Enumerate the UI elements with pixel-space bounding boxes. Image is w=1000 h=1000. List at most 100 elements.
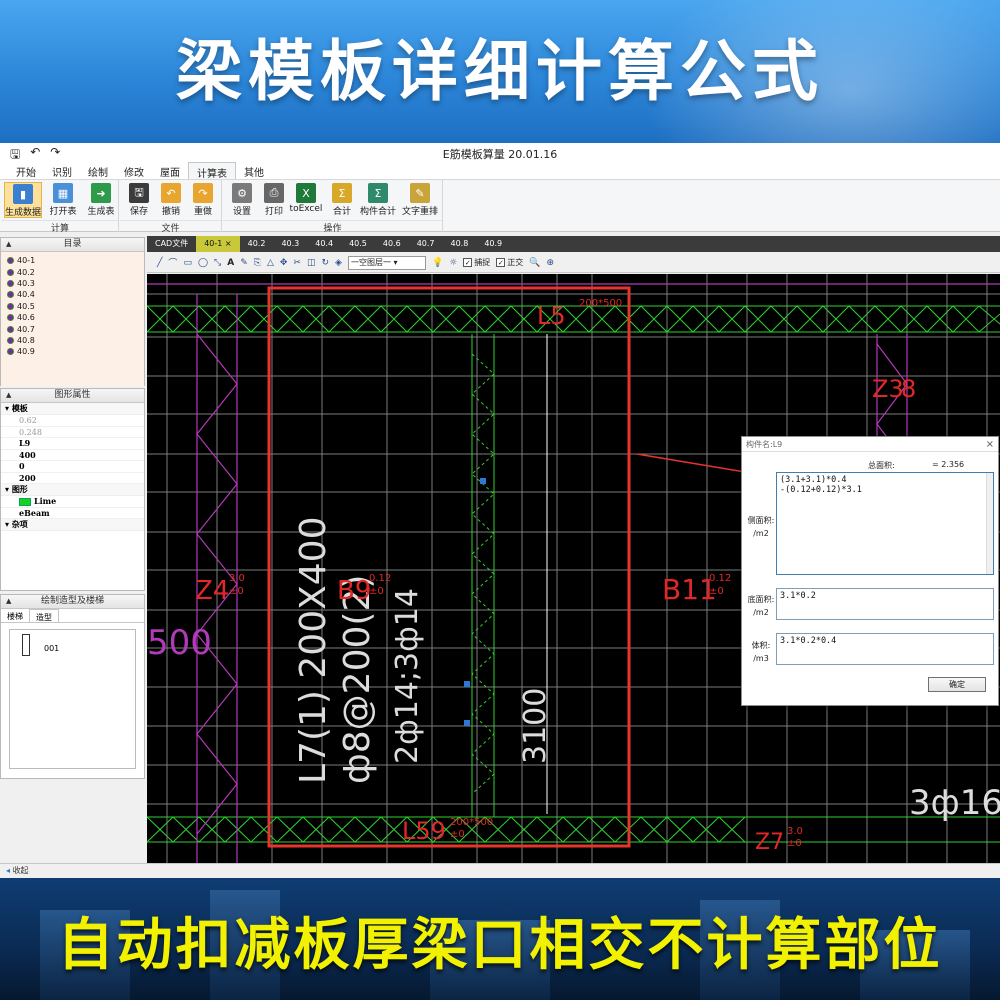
volume-formula[interactable]: 3.1*0.2*0.4 [776, 633, 994, 665]
crosshair-icon[interactable]: ⊕ [546, 258, 554, 268]
snap-checkbox[interactable]: ✓ 捕捉 [463, 257, 490, 268]
offset-tool-icon[interactable]: ◫ [307, 258, 316, 268]
open-table-button[interactable]: ▦ 打开表 [44, 182, 82, 218]
screenshot-root: 梁模板详细计算公式 🖫 ↶ ↷ E筋模板算量 20.01.16 开始 识别 绘制… [0, 0, 1000, 1000]
close-icon[interactable]: × [986, 437, 994, 452]
prop-value[interactable]: 200 [1, 473, 144, 484]
mirror-tool-icon[interactable]: △ [267, 258, 274, 268]
sum-button[interactable]: Σ 合计 [323, 182, 361, 218]
shape-item-label[interactable]: 001 [44, 644, 59, 653]
tab-start[interactable]: 开始 [8, 162, 44, 179]
generate-data-button[interactable]: ▮ 生成数据 [4, 182, 42, 218]
line-tool-icon[interactable]: ╱ [157, 258, 162, 268]
prop-category[interactable]: ▾ 图形 [1, 484, 144, 496]
arc-tool-icon[interactable]: ⌒ [168, 256, 177, 269]
tab-roof[interactable]: 屋面 [152, 162, 188, 179]
beam-name-label: L7(1) 200X400 [293, 517, 334, 785]
ribbon-group-file: 🖫 保存 ↶ 撤销 ↷ 重做 文件 [120, 180, 222, 234]
grip-handle[interactable] [480, 478, 486, 484]
label-superscript: 0.12 [709, 573, 731, 584]
cad-tab[interactable]: 40.5 [341, 236, 375, 252]
collapse-label[interactable]: 收起 [13, 866, 29, 875]
tree-item[interactable]: 40.5 [7, 301, 144, 312]
tree-item[interactable]: 40.6 [7, 312, 144, 323]
copy-tool-icon[interactable]: ⎘ [254, 258, 261, 268]
redo-button[interactable]: ↷ 重做 [184, 182, 222, 218]
tree-item[interactable]: 40.7 [7, 323, 144, 334]
text-rearrange-button[interactable]: ✎ 文字重排 [401, 182, 439, 218]
prop-layer[interactable]: eBeam [1, 508, 144, 519]
collapse-icon[interactable]: ▲ [6, 389, 11, 402]
text-tool-icon[interactable]: A [227, 258, 234, 268]
category-label: 模板 [11, 404, 28, 413]
to-excel-button[interactable]: X toExcel [287, 182, 325, 218]
layer-icon [7, 325, 14, 333]
button-label: 合计 [332, 207, 351, 217]
circle-tool-icon[interactable]: ◯ [198, 258, 208, 268]
formula-scrollbar[interactable] [986, 473, 993, 574]
sun-icon[interactable]: ☼ [449, 258, 457, 268]
prop-value[interactable]: 400 [1, 450, 144, 461]
prop-value[interactable]: 0 [1, 461, 144, 473]
prop-category[interactable]: ▾ 模板 [1, 403, 144, 415]
button-label: 重做 [193, 207, 212, 217]
grip-handle[interactable] [464, 681, 470, 687]
shape-thumbnail-icon[interactable] [22, 634, 30, 656]
component-sum-button[interactable]: Σ 构件合计 [359, 182, 397, 218]
generate-table-button[interactable]: ➜ 生成表 [82, 182, 120, 218]
tree-item[interactable]: 40.8 [7, 335, 144, 346]
cad-tab[interactable]: 40.6 [375, 236, 409, 252]
zoom-icon[interactable]: 🔍 [529, 258, 540, 268]
sigma-icon: Σ [368, 183, 388, 203]
tree-item[interactable]: 40.2 [7, 266, 144, 277]
tree-item[interactable]: 40.3 [7, 278, 144, 289]
cad-tab[interactable]: 40.9 [476, 236, 510, 252]
tab-other[interactable]: 其他 [236, 162, 272, 179]
collapse-icon[interactable]: ▲ [6, 595, 11, 608]
layer-icon [7, 257, 14, 265]
prop-category[interactable]: ▾ 杂项 [1, 519, 144, 531]
prop-value[interactable]: 0.248 [1, 427, 144, 438]
pencil-icon: ✎ [410, 183, 430, 203]
grip-handle[interactable] [464, 720, 470, 726]
cad-tab[interactable]: 40.3 [273, 236, 307, 252]
tab-shapes[interactable]: 造型 [29, 609, 59, 622]
tree-item[interactable]: 40.9 [7, 346, 144, 357]
cad-tab[interactable]: 40.7 [409, 236, 443, 252]
tab-recognize[interactable]: 识别 [44, 162, 80, 179]
prop-value[interactable]: 0.62 [1, 415, 144, 427]
polyline-tool-icon[interactable]: ⤡ [214, 258, 221, 268]
ortho-checkbox[interactable]: ✓ 正交 [496, 257, 523, 268]
cad-tab[interactable]: 40.2 [240, 236, 274, 252]
tree-item[interactable]: 40.4 [7, 289, 144, 300]
rebar-count-label: 3ф16 [909, 783, 1000, 823]
cad-tab[interactable]: 40.8 [443, 236, 477, 252]
tree-item[interactable]: 40-1 [7, 255, 144, 266]
rebar-label: 2ф14;3ф14 [390, 588, 425, 764]
close-icon[interactable]: × [225, 239, 232, 248]
collapse-arrow-icon[interactable]: ◂ [6, 866, 10, 875]
tab-stairs[interactable]: 楼梯 [1, 609, 29, 622]
collapse-icon[interactable]: ▲ [6, 238, 11, 251]
tab-draw[interactable]: 绘制 [80, 162, 116, 179]
trim-tool-icon[interactable]: ✂ [293, 258, 301, 268]
bottom-area-formula[interactable]: 3.1*0.2 [776, 588, 994, 620]
cad-tab[interactable]: 40.4 [307, 236, 341, 252]
side-area-formula[interactable]: (3.1+3.1)*0.4 -(0.12+0.12)*3.1 [776, 472, 994, 575]
prop-color[interactable]: Lime [1, 496, 144, 508]
bulb-icon[interactable]: 💡 [432, 258, 443, 268]
tree-item-label: 40.9 [17, 347, 35, 357]
prop-value[interactable]: L9 [1, 438, 144, 450]
tab-calc-table[interactable]: 计算表 [188, 162, 236, 180]
rect-tool-icon[interactable]: ▭ [183, 258, 192, 268]
rotate-tool-icon[interactable]: ↻ [321, 258, 329, 268]
banner-title: 梁模板详细计算公式 [176, 33, 824, 110]
tab-modify[interactable]: 修改 [116, 162, 152, 179]
layer-select[interactable]: 一空图层一 ▾ [347, 255, 426, 270]
layer-tool-icon[interactable]: ◈ [335, 258, 342, 268]
cad-tab-active[interactable]: 40-1 × [196, 236, 240, 252]
ok-button[interactable]: 确定 [928, 677, 986, 692]
brush-tool-icon[interactable]: ✎ [240, 258, 248, 268]
layer-icon [7, 279, 14, 287]
move-tool-icon[interactable]: ✥ [280, 258, 288, 268]
